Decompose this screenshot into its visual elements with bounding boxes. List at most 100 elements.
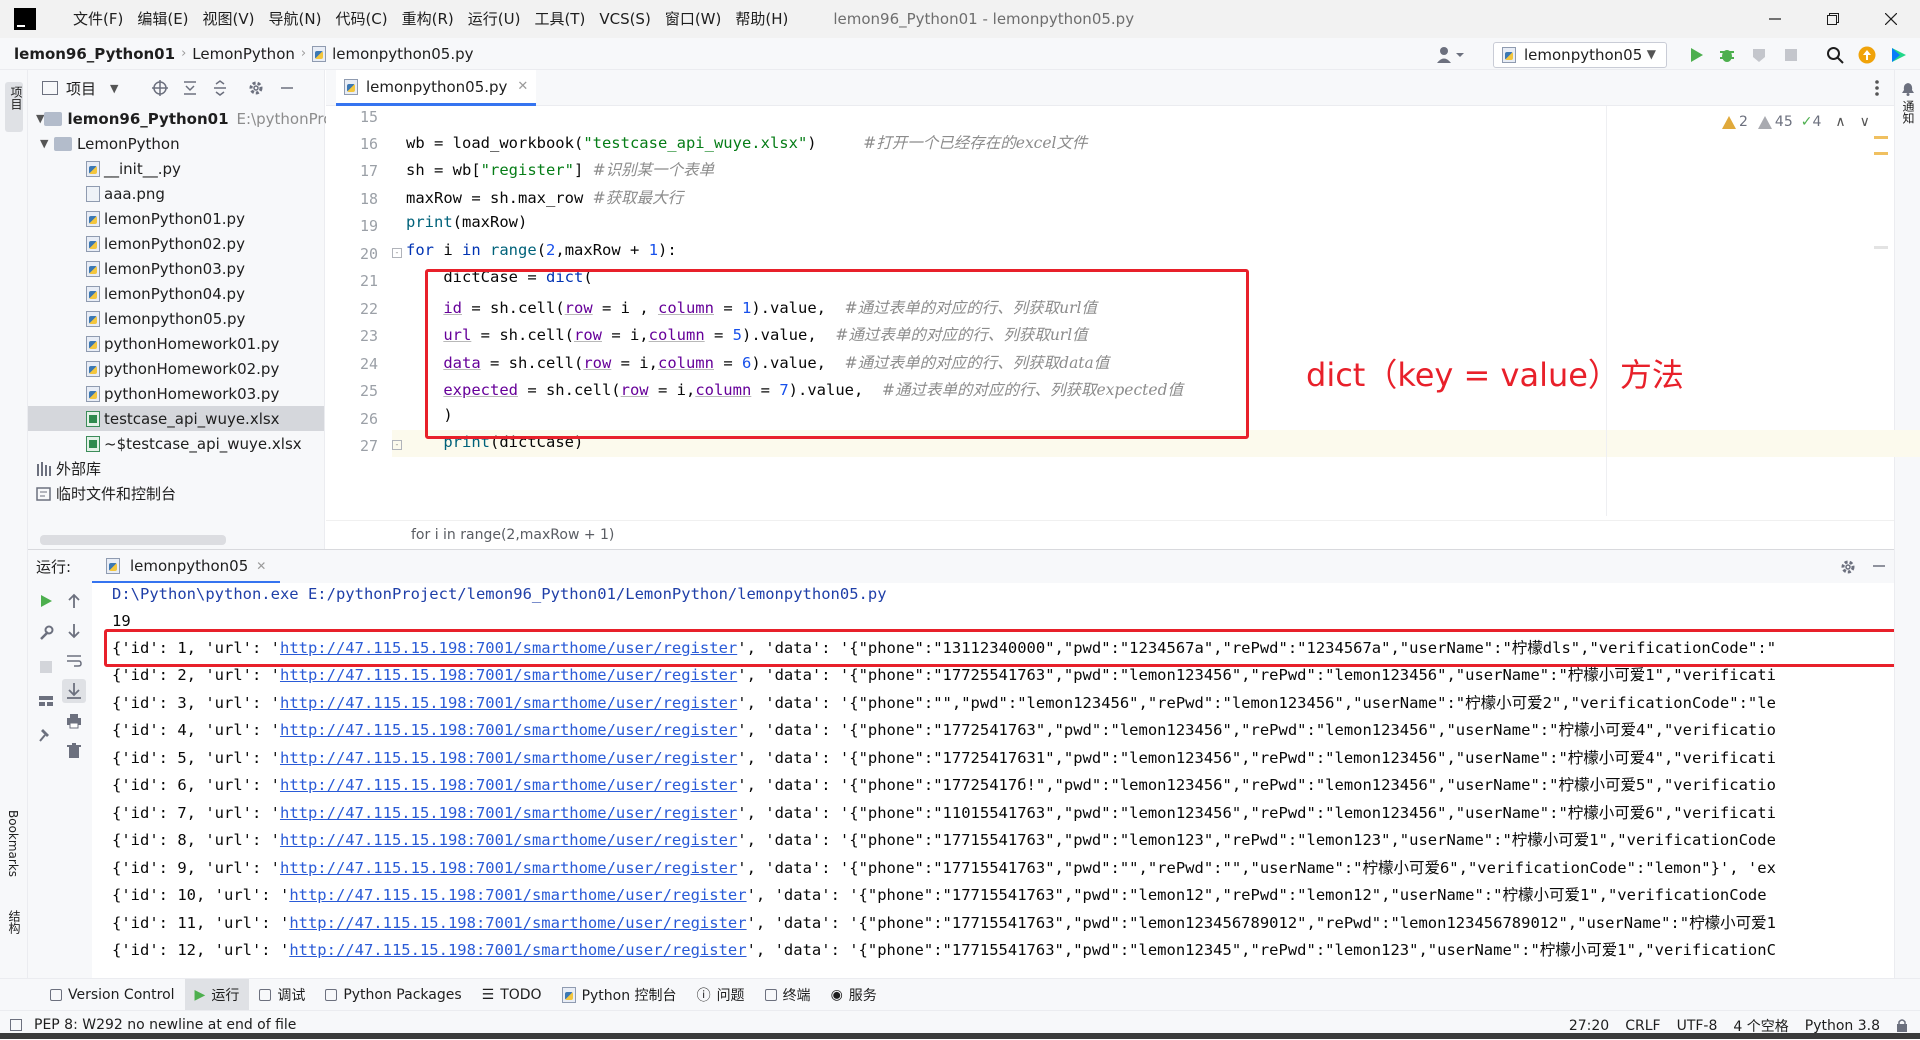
tree-file[interactable]: lemonpython05.py xyxy=(28,306,324,331)
tree-file[interactable]: lemonPython01.py xyxy=(28,206,324,231)
breadcrumb-folder[interactable]: LemonPython xyxy=(192,45,295,63)
console-link[interactable]: http://47.115.15.198:7001/smarthome/user… xyxy=(280,749,737,767)
tool-services[interactable]: ◉ 服务 xyxy=(821,979,887,1011)
run-console-output[interactable]: D:\Python\python.exe E:/pythonProject/le… xyxy=(92,583,1894,978)
chevron-up-icon[interactable]: ∧ xyxy=(1835,114,1845,130)
debug-icon[interactable] xyxy=(1718,46,1736,64)
rerun-icon[interactable] xyxy=(38,593,54,609)
project-panel-title[interactable]: 项目 xyxy=(66,78,96,99)
stop-icon[interactable] xyxy=(38,659,54,675)
code-breadcrumb[interactable]: for i in range(2,maxRow + 1) xyxy=(326,520,1894,548)
console-link[interactable]: http://47.115.15.198:7001/smarthome/user… xyxy=(280,694,737,712)
tool-version-control[interactable]: Version Control xyxy=(40,979,185,1011)
menu-edit[interactable]: 编辑(E) xyxy=(130,0,195,38)
tree-scratches[interactable]: 临时文件和控制台 xyxy=(28,481,324,506)
tool-python-packages[interactable]: Python Packages xyxy=(315,979,471,1011)
menu-refactor[interactable]: 重构(R) xyxy=(395,0,461,38)
code-editor[interactable]: 15 16 17 18 19 20 21 22 23 24 25 26 27 -… xyxy=(326,106,1920,516)
run-icon[interactable] xyxy=(1687,46,1705,64)
console-link[interactable]: http://47.115.15.198:7001/smarthome/user… xyxy=(289,941,746,959)
menu-view[interactable]: 视图(V) xyxy=(196,0,262,38)
bookmarks-tool-tab[interactable]: Bookmarks xyxy=(6,810,20,877)
status-toggle-icon[interactable] xyxy=(10,1019,22,1031)
tree-folder[interactable]: ▼ LemonPython xyxy=(28,131,324,156)
tree-file[interactable]: pythonHomework03.py xyxy=(28,381,324,406)
tree-external-libraries[interactable]: 外部库 xyxy=(28,456,324,481)
update-icon[interactable] xyxy=(1858,46,1876,64)
hide-panel-icon[interactable] xyxy=(280,81,294,95)
close-tab-icon[interactable]: ✕ xyxy=(256,559,266,573)
console-link[interactable]: http://47.115.15.198:7001/smarthome/user… xyxy=(280,831,737,849)
tree-file[interactable]: ~$testcase_api_wuye.xlsx xyxy=(28,431,324,456)
breadcrumb-file[interactable]: lemonpython05.py xyxy=(332,45,473,63)
collapse-all-icon[interactable] xyxy=(212,80,228,96)
hide-panel-icon[interactable] xyxy=(1872,559,1886,573)
tool-todo[interactable]: ☰ TODO xyxy=(472,979,552,1011)
status-message[interactable]: PEP 8: W292 no newline at end of file xyxy=(34,1017,296,1033)
console-link[interactable]: http://47.115.15.198:7001/smarthome/user… xyxy=(280,776,737,794)
tool-python-console[interactable]: Python 控制台 xyxy=(552,979,687,1011)
menu-window[interactable]: 窗口(W) xyxy=(658,0,729,38)
console-link[interactable]: http://47.115.15.198:7001/smarthome/user… xyxy=(280,666,737,684)
menu-tools[interactable]: 工具(T) xyxy=(527,0,592,38)
tree-file[interactable]: aaa.png xyxy=(28,181,324,206)
minimize-button[interactable] xyxy=(1746,0,1804,38)
tree-file[interactable]: pythonHomework02.py xyxy=(28,356,324,381)
print-icon[interactable] xyxy=(66,713,82,729)
tree-file-selected[interactable]: testcase_api_wuye.xlsx xyxy=(28,406,324,431)
gear-icon[interactable] xyxy=(1840,559,1856,575)
structure-tool-tab[interactable]: 结构 xyxy=(6,910,23,934)
menu-code[interactable]: 代码(C) xyxy=(328,0,394,38)
arrow-down-icon[interactable] xyxy=(66,623,82,639)
error-stripe-mark[interactable] xyxy=(1874,136,1888,139)
user-icon[interactable] xyxy=(1436,46,1464,64)
horizontal-scrollbar[interactable] xyxy=(40,535,226,545)
fold-icon[interactable]: - xyxy=(392,248,402,258)
tool-problems[interactable]: ⓘ 问题 xyxy=(687,979,755,1011)
file-encoding[interactable]: UTF-8 xyxy=(1677,1018,1718,1034)
plugin-logo-icon[interactable] xyxy=(1890,46,1908,64)
chevron-down-icon[interactable]: ∨ xyxy=(1860,114,1870,130)
console-link[interactable]: http://47.115.15.198:7001/smarthome/user… xyxy=(280,639,737,657)
tool-terminal[interactable]: 终端 xyxy=(755,979,821,1011)
menu-help[interactable]: 帮助(H) xyxy=(728,0,795,38)
console-link[interactable]: http://47.115.15.198:7001/smarthome/user… xyxy=(289,886,746,904)
run-configuration-select[interactable]: lemonpython05 ▼ xyxy=(1493,42,1667,68)
console-link[interactable]: http://47.115.15.198:7001/smarthome/user… xyxy=(280,804,737,822)
menu-file[interactable]: 文件(F) xyxy=(66,0,130,38)
editor-tab-active[interactable]: lemonpython05.py ✕ xyxy=(336,70,537,106)
scroll-to-end-icon[interactable] xyxy=(62,679,86,703)
layout-icon[interactable] xyxy=(38,693,54,709)
lock-icon[interactable] xyxy=(1896,1018,1908,1032)
gear-icon[interactable] xyxy=(248,80,264,96)
line-separator[interactable]: CRLF xyxy=(1625,1018,1660,1034)
python-interpreter[interactable]: Python 3.8 xyxy=(1805,1018,1880,1034)
tree-file[interactable]: lemonPython04.py xyxy=(28,281,324,306)
close-window-button[interactable] xyxy=(1862,0,1920,38)
project-tool-tab[interactable]: 项目 xyxy=(5,82,23,132)
tree-root[interactable]: ▼ lemon96_Python01 E:\pythonProje xyxy=(28,106,346,131)
soft-wrap-icon[interactable] xyxy=(66,653,82,669)
breadcrumb-project[interactable]: lemon96_Python01 xyxy=(14,45,175,63)
error-stripe-mark[interactable] xyxy=(1874,246,1888,249)
caret-position[interactable]: 27:20 xyxy=(1569,1018,1609,1034)
fold-icon[interactable]: - xyxy=(392,440,402,450)
pin-icon[interactable] xyxy=(38,727,54,743)
more-options-icon[interactable] xyxy=(1874,79,1880,97)
menu-vcs[interactable]: VCS(S) xyxy=(592,0,657,38)
menu-navigate[interactable]: 导航(N) xyxy=(262,0,329,38)
tree-file[interactable]: pythonHomework01.py xyxy=(28,331,324,356)
locate-icon[interactable] xyxy=(152,80,169,96)
trash-icon[interactable] xyxy=(66,743,82,759)
menu-run[interactable]: 运行(U) xyxy=(461,0,528,38)
inspection-widget[interactable]: 2 45 ✓ 4 ∧ ∨ xyxy=(1722,114,1870,130)
search-icon[interactable] xyxy=(1826,46,1844,64)
tree-file[interactable]: lemonPython02.py xyxy=(28,231,324,256)
arrow-up-icon[interactable] xyxy=(66,593,82,609)
expand-all-icon[interactable] xyxy=(182,80,198,96)
coverage-icon[interactable] xyxy=(1750,46,1768,64)
console-link[interactable]: http://47.115.15.198:7001/smarthome/user… xyxy=(289,914,746,932)
restore-button[interactable] xyxy=(1804,0,1862,38)
chevron-down-icon[interactable]: ▼ xyxy=(110,82,118,95)
wrench-icon[interactable] xyxy=(38,625,54,641)
